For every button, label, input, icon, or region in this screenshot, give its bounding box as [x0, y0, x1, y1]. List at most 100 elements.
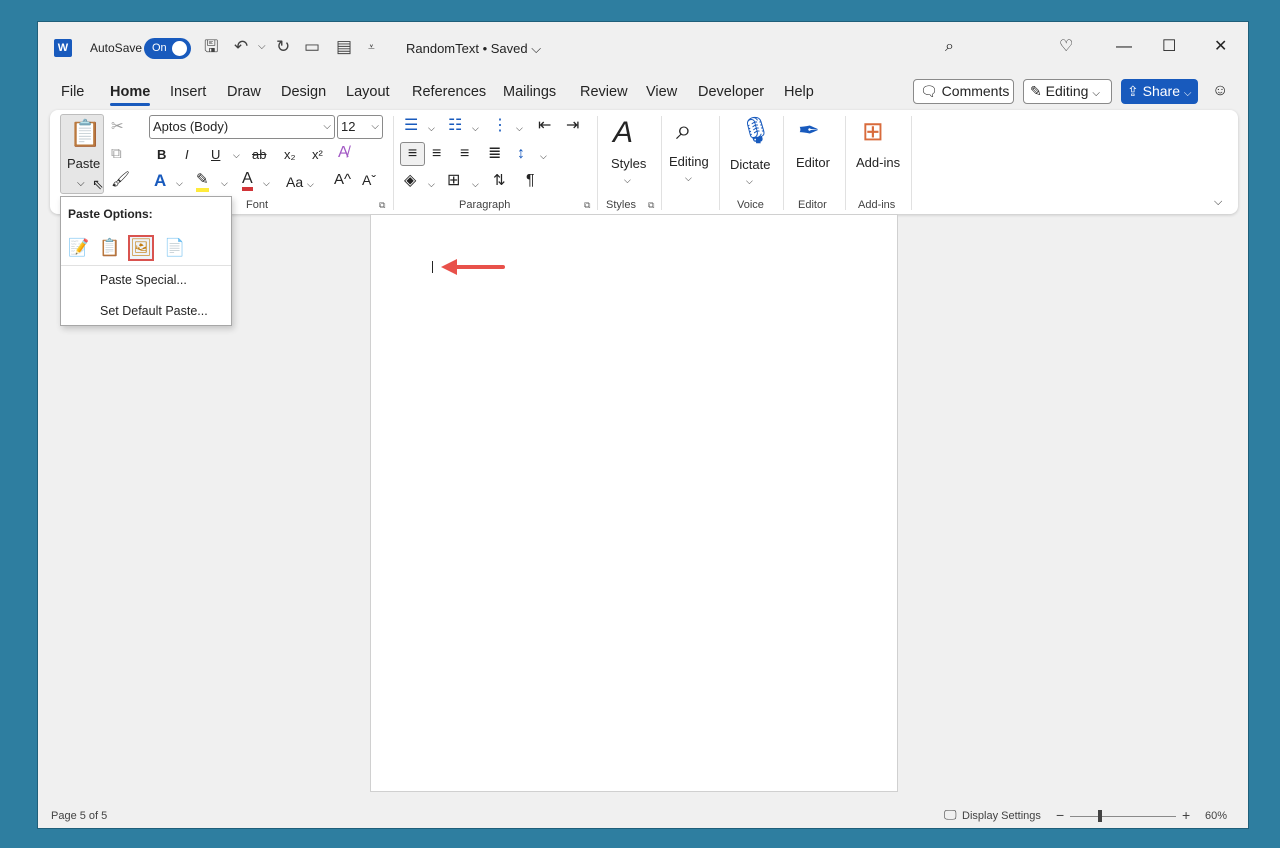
addins-button[interactable]: Add-ins	[856, 155, 900, 170]
align-right-icon[interactable]: ≡	[460, 146, 469, 162]
change-case-button[interactable]: Aa ⌵	[286, 174, 314, 192]
paragraph-dialog-launcher-icon[interactable]: ⧉	[584, 200, 590, 211]
display-settings-button[interactable]: Display Settings	[962, 810, 1041, 822]
subscript-button[interactable]: x₂	[284, 147, 296, 163]
bullets-icon[interactable]: ☰	[404, 118, 418, 134]
page-count[interactable]: Page 5 of 5	[51, 810, 107, 822]
styles-dialog-launcher-icon[interactable]: ⧉	[648, 200, 654, 211]
show-formatting-icon[interactable]: ¶	[526, 173, 535, 189]
dictate-button[interactable]: Dictate	[730, 157, 770, 172]
increase-indent-icon[interactable]: ⇥	[566, 118, 579, 134]
display-settings-icon[interactable]: 🖵	[944, 807, 957, 823]
tab-draw[interactable]: Draw	[227, 84, 261, 100]
maximize-icon[interactable]: ☐	[1162, 36, 1176, 58]
clear-formatting-icon[interactable]: A̸	[338, 145, 349, 161]
paste-as-picture-icon[interactable]: 🖼	[128, 235, 154, 261]
zoom-slider[interactable]	[1070, 816, 1176, 817]
grow-font-button[interactable]: A^	[334, 172, 351, 188]
close-icon[interactable]: ✕	[1214, 36, 1227, 58]
numbering-icon[interactable]: ☷	[448, 118, 462, 134]
styles-icon[interactable]: A	[613, 116, 633, 150]
justify-icon[interactable]: ≣	[488, 146, 501, 162]
keep-text-only-icon[interactable]: 📄	[162, 235, 188, 261]
feedback-icon[interactable]: ☺	[1212, 80, 1228, 102]
line-spacing-chevron-icon[interactable]: ⌵	[540, 148, 547, 164]
tab-developer[interactable]: Developer	[698, 84, 764, 100]
format-painter-icon[interactable]: 🖌	[111, 172, 130, 188]
tab-layout[interactable]: Layout	[346, 84, 390, 100]
tab-insert[interactable]: Insert	[170, 84, 206, 100]
microphone-icon[interactable]: 🎙	[739, 114, 772, 146]
set-default-paste-item[interactable]: Set Default Paste...	[100, 304, 208, 318]
font-color-icon[interactable]: A	[242, 170, 253, 191]
collapse-ribbon-icon[interactable]: ⌵	[1214, 194, 1222, 210]
zoom-out-button[interactable]: −	[1056, 807, 1064, 823]
sort-icon[interactable]: ⇅	[493, 173, 506, 189]
text-effects-icon[interactable]: A	[154, 172, 166, 189]
keep-source-formatting-icon[interactable]: 📝	[66, 235, 92, 261]
tab-home[interactable]: Home	[110, 84, 151, 106]
borders-chevron-icon[interactable]: ⌵	[472, 176, 479, 192]
shrink-font-button[interactable]: Aˇ	[362, 172, 376, 188]
font-color-chevron-icon[interactable]: ⌵	[263, 175, 270, 191]
line-spacing-icon[interactable]: ↕	[517, 146, 525, 162]
font-name-select[interactable]: Aptos (Body) ⌵	[149, 115, 335, 139]
editing-button[interactable]: Editing	[669, 154, 709, 169]
text-effects-chevron-icon[interactable]: ⌵	[176, 175, 183, 191]
bold-button[interactable]: B	[157, 147, 166, 163]
merge-formatting-icon[interactable]: 📋	[97, 235, 123, 261]
undo-dropdown-icon[interactable]: ⌵	[258, 36, 266, 58]
tab-design[interactable]: Design	[281, 84, 326, 100]
search-icon[interactable]: ⌕	[945, 36, 954, 58]
highlight-chevron-icon[interactable]: ⌵	[221, 175, 228, 191]
superscript-button[interactable]: x²	[312, 147, 323, 163]
tab-file[interactable]: File	[61, 84, 84, 100]
multilevel-list-icon[interactable]: ⋮	[492, 118, 508, 134]
styles-chevron-icon[interactable]: ⌵	[624, 172, 631, 188]
zoom-slider-thumb[interactable]	[1097, 810, 1102, 822]
document-title[interactable]: RandomText • Saved ⌵	[406, 41, 541, 57]
customize-toolbar-icon[interactable]: ⩡	[368, 36, 375, 58]
underline-chevron-icon[interactable]: ⌵	[233, 147, 240, 163]
copy-icon[interactable]: ⧉	[111, 146, 122, 162]
paste-dropdown-icon[interactable]: ⌵	[77, 176, 85, 192]
tab-references[interactable]: References	[412, 84, 486, 100]
shading-chevron-icon[interactable]: ⌵	[428, 176, 435, 192]
italic-button[interactable]: I	[185, 147, 189, 163]
autosave-toggle[interactable]: On	[144, 38, 191, 59]
lightbulb-icon[interactable]: ♡	[1059, 36, 1073, 58]
tab-review[interactable]: Review	[580, 84, 628, 100]
borders-icon[interactable]: ⊞	[447, 173, 460, 189]
addins-grid-icon[interactable]: ⊞	[862, 116, 884, 146]
redo-icon[interactable]: ↻	[276, 36, 290, 58]
zoom-in-button[interactable]: +	[1182, 807, 1190, 823]
decrease-indent-icon[interactable]: ⇤	[538, 118, 551, 134]
editing-mode-button[interactable]: ✎ Editing ⌵	[1023, 79, 1112, 104]
shading-icon[interactable]: ◈	[404, 173, 416, 189]
numbering-chevron-icon[interactable]: ⌵	[472, 120, 479, 136]
zoom-level[interactable]: 60%	[1205, 810, 1227, 822]
highlight-icon[interactable]: ✎	[196, 172, 209, 192]
bullets-chevron-icon[interactable]: ⌵	[428, 120, 435, 136]
tab-help[interactable]: Help	[784, 84, 814, 100]
align-center-icon[interactable]: ≡	[432, 146, 441, 162]
minimize-icon[interactable]: —	[1116, 36, 1132, 58]
underline-button[interactable]: U	[211, 147, 220, 163]
clipboard-icon[interactable]: ▤	[336, 36, 352, 58]
cut-icon[interactable]: ✂	[111, 119, 124, 135]
editing-search-icon[interactable]: ⌕	[676, 114, 692, 146]
font-dialog-launcher-icon[interactable]: ⧉	[379, 200, 385, 211]
dictate-chevron-icon[interactable]: ⌵	[746, 173, 753, 189]
tab-view[interactable]: View	[646, 84, 677, 100]
editor-pen-icon[interactable]: ✒	[798, 114, 820, 146]
editing-chevron-icon[interactable]: ⌵	[685, 170, 692, 186]
multilevel-chevron-icon[interactable]: ⌵	[516, 120, 523, 136]
comments-button[interactable]: 🗨 Comments	[913, 79, 1014, 104]
font-size-select[interactable]: 12 ⌵	[337, 115, 383, 139]
editor-button[interactable]: Editor	[796, 155, 830, 170]
tab-mailings[interactable]: Mailings	[503, 84, 556, 100]
styles-button[interactable]: Styles	[611, 156, 646, 171]
strikethrough-button[interactable]: ab	[252, 147, 266, 163]
read-mode-icon[interactable]: ▭	[304, 36, 320, 58]
save-icon[interactable]: 🖫	[204, 36, 218, 58]
